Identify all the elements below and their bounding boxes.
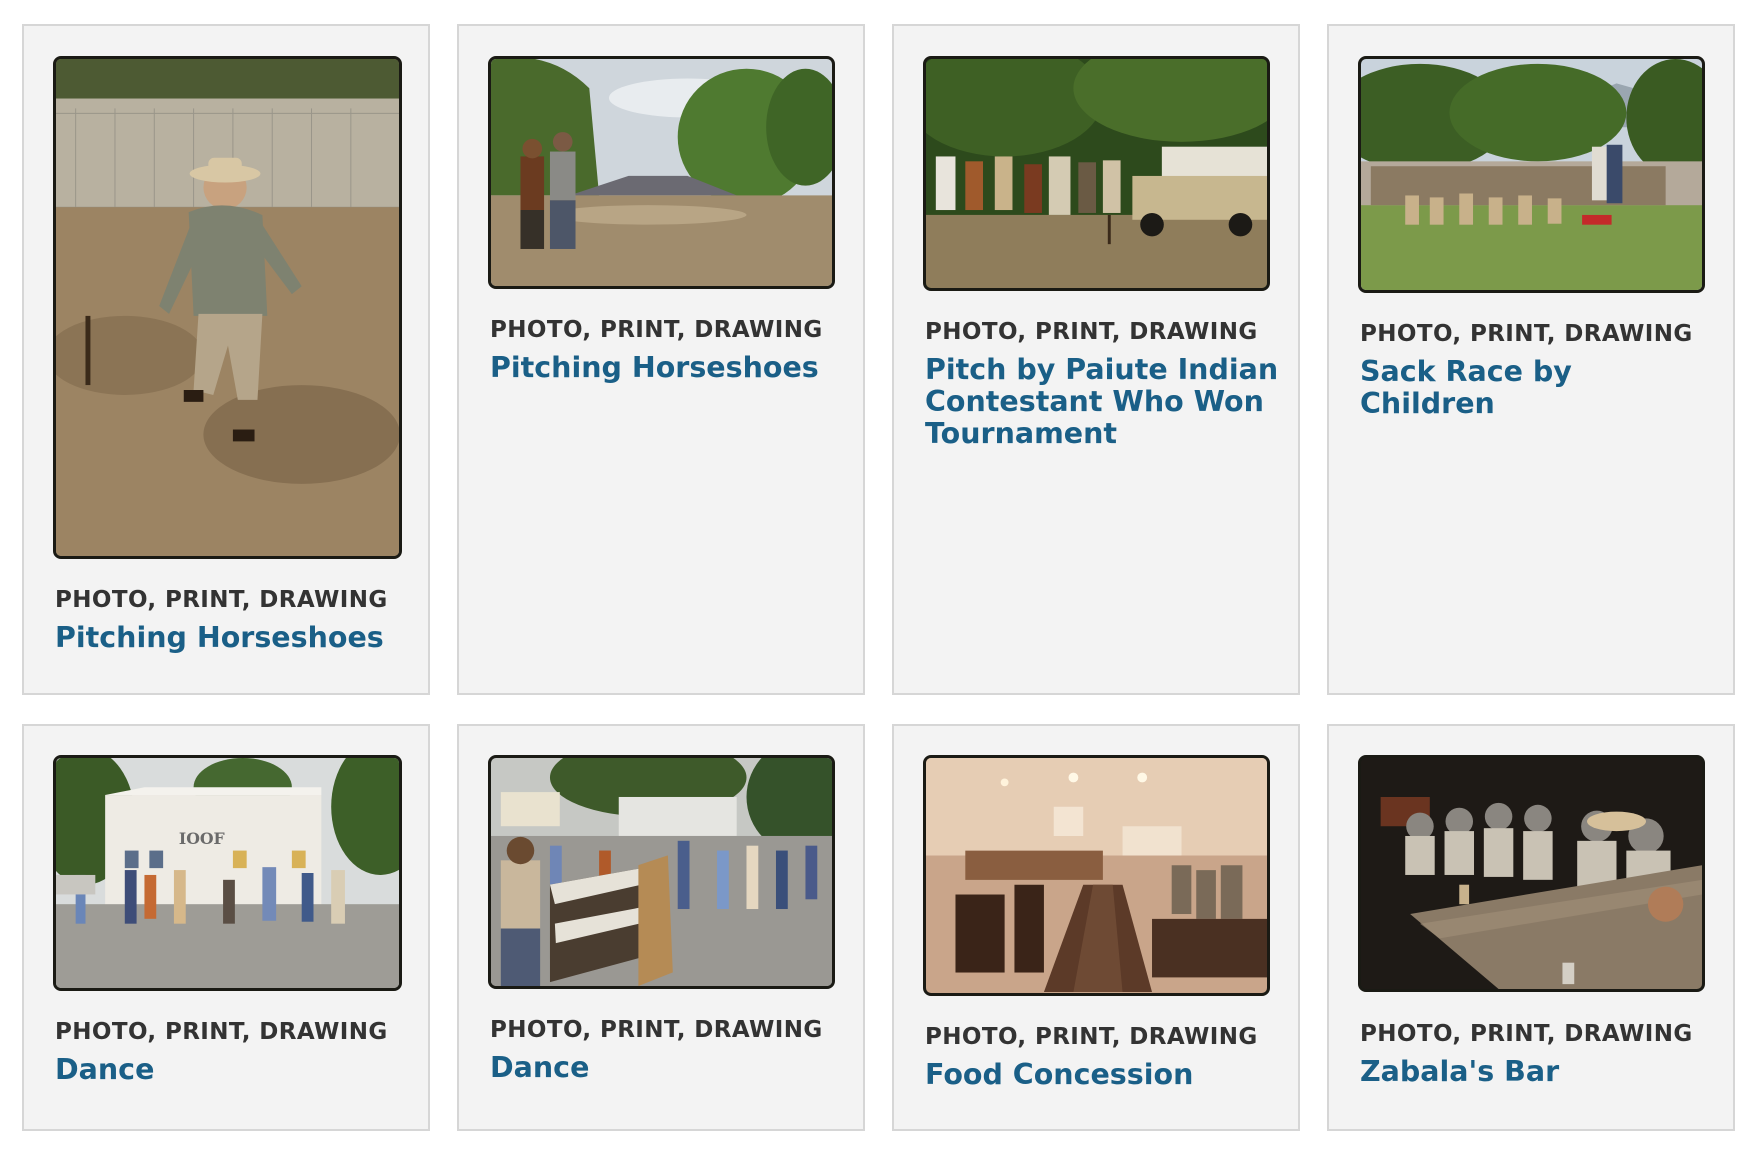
photo-image — [491, 59, 832, 286]
result-thumbnail[interactable] — [1358, 755, 1705, 992]
item-title-link[interactable]: Pitching Horseshoes — [55, 622, 405, 654]
item-format-label: PHOTO, PRINT, DRAWING — [1360, 321, 1693, 347]
result-thumbnail[interactable] — [923, 755, 1270, 996]
result-thumbnail[interactable]: IOOF — [53, 755, 402, 991]
result-card: PHOTO, PRINT, DRAWING Pitching Horseshoe… — [457, 24, 865, 695]
result-card: PHOTO, PRINT, DRAWING Food Concession — [892, 724, 1300, 1131]
result-thumbnail[interactable] — [1358, 56, 1705, 293]
photo-image: IOOF — [56, 758, 399, 988]
result-card: PHOTO, PRINT, DRAWING Sack Race by Child… — [1327, 24, 1735, 695]
photo-image — [1361, 758, 1702, 989]
result-thumbnail[interactable] — [488, 755, 835, 989]
item-format-label: PHOTO, PRINT, DRAWING — [925, 319, 1258, 345]
photo-image — [56, 59, 399, 556]
result-card: PHOTO, PRINT, DRAWING Pitching Horseshoe… — [22, 24, 430, 695]
item-title-link[interactable]: Sack Race by Children — [1360, 356, 1715, 420]
result-card: PHOTO, PRINT, DRAWING Zabala's Bar — [1327, 724, 1735, 1131]
photo-image — [926, 59, 1267, 288]
item-title-link[interactable]: Zabala's Bar — [1360, 1056, 1710, 1088]
item-title-link[interactable]: Dance — [490, 1052, 840, 1084]
item-format-label: PHOTO, PRINT, DRAWING — [925, 1024, 1258, 1050]
svg-text:IOOF: IOOF — [179, 829, 225, 848]
photo-image — [926, 758, 1267, 993]
result-thumbnail[interactable] — [488, 56, 835, 289]
item-title-link[interactable]: Food Concession — [925, 1059, 1275, 1091]
result-card: IOOF PHOTO, PRINT, DRAWING Dance — [22, 724, 430, 1131]
item-format-label: PHOTO, PRINT, DRAWING — [55, 587, 388, 613]
result-thumbnail[interactable] — [923, 56, 1270, 291]
item-format-label: PHOTO, PRINT, DRAWING — [55, 1019, 388, 1045]
item-format-label: PHOTO, PRINT, DRAWING — [1360, 1021, 1693, 1047]
item-title-link[interactable]: Pitch by Paiute Indian Contestant Who Wo… — [925, 354, 1280, 450]
item-title-link[interactable]: Pitching Horseshoes — [490, 352, 840, 384]
item-format-label: PHOTO, PRINT, DRAWING — [490, 1017, 823, 1043]
result-card: PHOTO, PRINT, DRAWING Dance — [457, 724, 865, 1131]
item-format-label: PHOTO, PRINT, DRAWING — [490, 317, 823, 343]
result-thumbnail[interactable] — [53, 56, 402, 559]
item-title-link[interactable]: Dance — [55, 1054, 405, 1086]
photo-image — [491, 758, 832, 986]
results-grid: PHOTO, PRINT, DRAWING Pitching Horseshoe… — [0, 0, 1754, 1150]
photo-image — [1361, 59, 1702, 290]
result-card: PHOTO, PRINT, DRAWING Pitch by Paiute In… — [892, 24, 1300, 695]
